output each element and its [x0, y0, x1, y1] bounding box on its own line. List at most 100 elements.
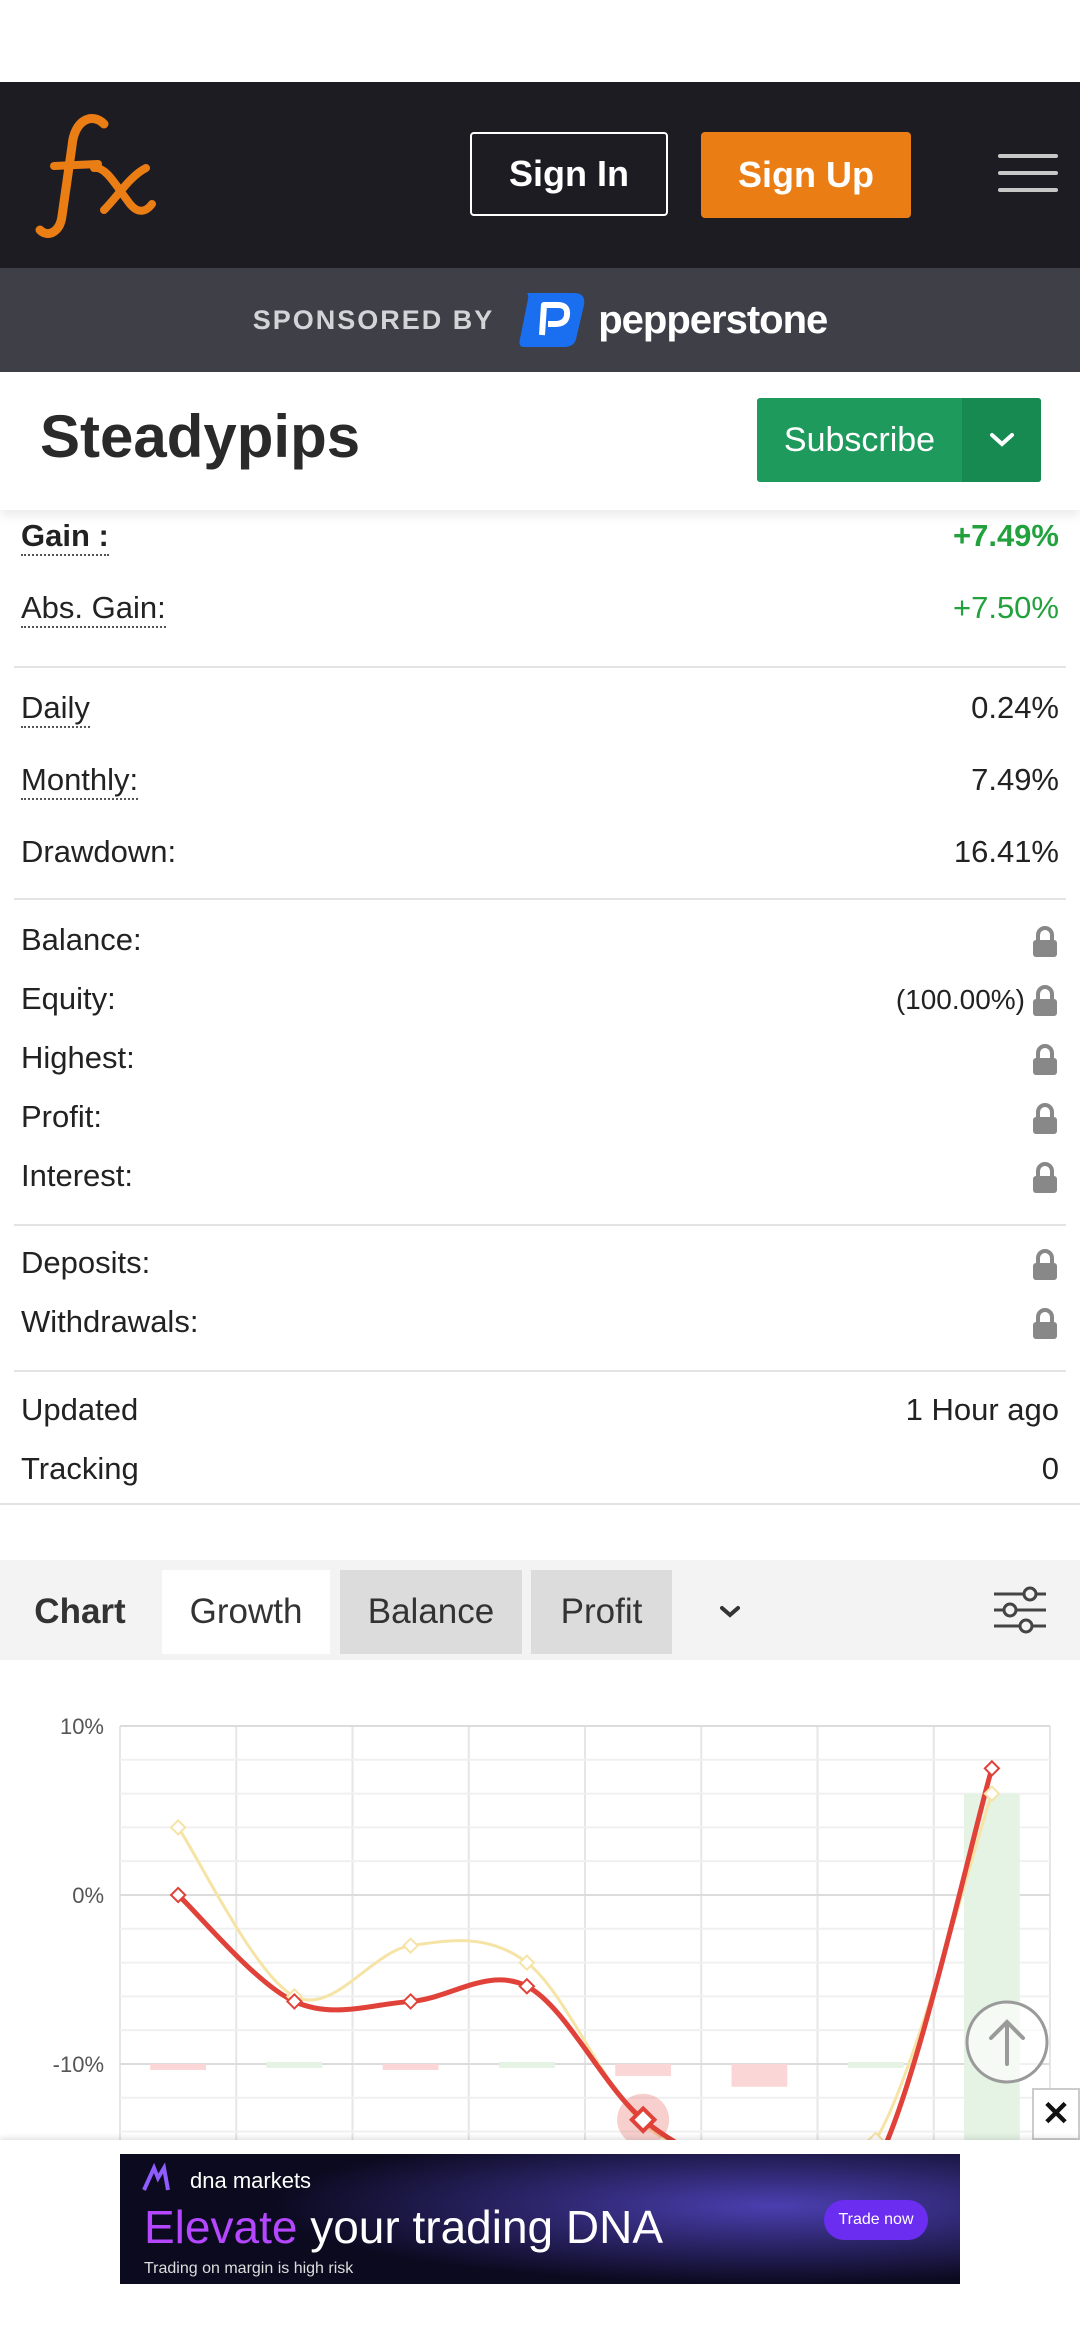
profit-bar: [266, 2061, 323, 2068]
top-navigation: Sign In Sign Up: [0, 82, 1080, 268]
stat-row-abs-gain: Abs. Gain: +7.50%: [21, 582, 1059, 632]
chart-tab-bar: Chart Growth Balance Profit: [0, 1560, 1080, 1660]
stat-row-deposits: Deposits:: [21, 1237, 1059, 1287]
lock-icon: [1033, 1102, 1057, 1134]
growth-chart: 10% 0% -10%: [0, 1660, 1080, 2203]
highest-label: Highest:: [21, 1040, 135, 1075]
ad-headline: Elevate your trading DNA: [144, 2200, 663, 2254]
profit-bar: [150, 2063, 207, 2070]
equity-value: (100.00%): [895, 984, 1025, 1015]
y-tick-label: 10%: [60, 1714, 104, 1739]
daily-label[interactable]: Daily: [21, 690, 90, 728]
balance-label: Balance:: [21, 922, 142, 957]
close-icon[interactable]: ✕: [1032, 2088, 1080, 2140]
withdrawals-lock: [1031, 1304, 1059, 1340]
ad-headline-accent: Elevate: [144, 2201, 298, 2253]
system-header: Steadypips Subscribe: [0, 372, 1080, 510]
equity-data-point: [402, 1937, 420, 1955]
ad-headline-rest: your trading DNA: [297, 2201, 664, 2253]
profit-bar: [382, 2063, 439, 2070]
stat-row-equity: Equity: (100.00%): [21, 973, 1059, 1023]
scroll-to-top-icon[interactable]: [963, 1998, 1051, 2086]
chart-settings-sliders-icon[interactable]: [992, 1584, 1048, 1636]
more-tabs-dropdown[interactable]: [700, 1570, 760, 1654]
abs-gain-value: +7.50%: [952, 590, 1059, 625]
updated-value: 1 Hour ago: [905, 1392, 1059, 1427]
stat-row-profit: Profit:: [21, 1091, 1059, 1141]
divider: [14, 898, 1066, 900]
sponsor-brand: pepperstone: [598, 297, 828, 342]
monthly-value: 7.49%: [971, 762, 1059, 797]
sponsor-banner[interactable]: SPONSORED BY pepperstone: [0, 268, 1080, 372]
updated-label: Updated: [21, 1392, 139, 1427]
stat-row-daily: Daily 0.24%: [21, 682, 1059, 732]
subscribe-button-group: Subscribe: [757, 398, 1041, 482]
stat-row-updated: Updated 1 Hour ago: [21, 1384, 1059, 1434]
divider: [14, 666, 1066, 668]
drawdown-label: Drawdown:: [21, 834, 177, 869]
interest-lock: [1031, 1158, 1059, 1194]
subscribe-button[interactable]: Subscribe: [757, 398, 962, 482]
profit-label: Profit:: [21, 1099, 102, 1134]
profit-lock: [1031, 1099, 1059, 1135]
tracking-label: Tracking: [21, 1451, 139, 1486]
ad-disclaimer: Trading on margin is high risk: [144, 2260, 354, 2277]
stat-row-monthly: Monthly: 7.49%: [21, 754, 1059, 804]
stat-row-withdrawals: Withdrawals:: [21, 1296, 1059, 1346]
lock-icon: [1033, 1307, 1057, 1339]
ad-brand: dna markets: [190, 2168, 312, 2193]
profit-bar: [847, 2061, 904, 2068]
subscribe-dropdown-toggle[interactable]: [962, 398, 1041, 482]
sponsor-label: SPONSORED BY: [252, 304, 495, 335]
fx-logo[interactable]: [34, 106, 164, 246]
y-tick-label: 0%: [72, 1883, 104, 1908]
stat-row-balance: Balance:: [21, 914, 1059, 964]
deposits-label: Deposits:: [21, 1245, 151, 1280]
divider: [0, 1503, 1080, 1505]
divider: [14, 1224, 1066, 1226]
tracking-value: 0: [1041, 1451, 1059, 1486]
ad-cta-button[interactable]: Trade now: [824, 2200, 928, 2240]
chevron-down-icon: [720, 1606, 740, 1618]
gain-value: +7.49%: [952, 518, 1059, 553]
ad-container: dna markets Elevate your trading DNA Tra…: [0, 2140, 1080, 2340]
y-tick-label: -10%: [53, 2052, 104, 2077]
divider: [14, 1370, 1066, 1372]
lock-icon: [1033, 1248, 1057, 1280]
equity-label: Equity:: [21, 981, 116, 1016]
lock-icon: [1033, 1043, 1057, 1075]
status-bar: [0, 0, 1080, 82]
lock-icon: [1033, 1161, 1057, 1193]
stat-row-gain: Gain : +7.49%: [21, 510, 1059, 560]
profit-bar: [731, 2063, 788, 2087]
interest-label: Interest:: [21, 1158, 133, 1193]
gain-label[interactable]: Gain :: [21, 518, 109, 556]
page-title: Steadypips: [40, 403, 361, 470]
tab-profit[interactable]: Profit: [531, 1570, 672, 1654]
stat-row-interest: Interest:: [21, 1150, 1059, 1200]
daily-value: 0.24%: [971, 690, 1059, 725]
tab-balance[interactable]: Balance: [340, 1570, 522, 1654]
growth-chart-svg: 10% 0% -10%: [53, 1714, 1051, 2203]
lock-icon: [1033, 925, 1057, 957]
profit-bar: [498, 2061, 555, 2068]
chevron-down-icon: [989, 433, 1014, 447]
sign-up-button[interactable]: Sign Up: [701, 132, 911, 218]
stat-row-drawdown: Drawdown: 16.41%: [21, 826, 1059, 876]
equity-value-wrap: (100.00%): [896, 981, 1059, 1017]
tab-growth[interactable]: Growth: [162, 1570, 330, 1654]
equity-data-point: [169, 1818, 187, 1836]
chart-section-label: Chart: [34, 1592, 126, 1631]
abs-gain-label[interactable]: Abs. Gain:: [21, 590, 166, 628]
stat-row-highest: Highest:: [21, 1032, 1059, 1082]
deposits-lock: [1031, 1245, 1059, 1281]
hamburger-icon[interactable]: [998, 154, 1058, 196]
profit-bar: [615, 2063, 672, 2076]
growth-data-point: [983, 1759, 1001, 1777]
lock-icon: [1033, 984, 1057, 1016]
balance-lock: [1031, 922, 1059, 958]
monthly-label[interactable]: Monthly:: [21, 762, 139, 800]
ad-banner[interactable]: dna markets Elevate your trading DNA Tra…: [120, 2154, 960, 2284]
sign-in-button[interactable]: Sign In: [470, 132, 668, 216]
highest-lock: [1031, 1040, 1059, 1076]
